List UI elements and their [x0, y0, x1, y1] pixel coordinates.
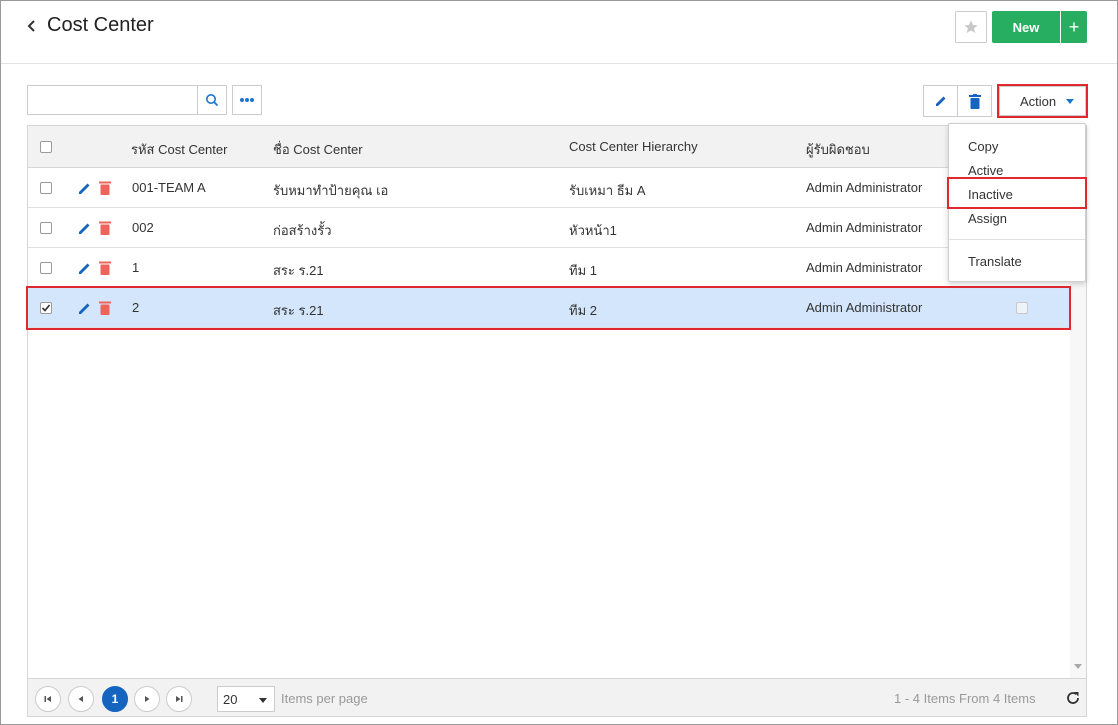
- window-frame: Cost Center New + Action รหัส Cost Cente…: [0, 0, 1118, 725]
- checkmark-icon: [41, 304, 51, 312]
- cell-name: รับหมาทำป้ายคุณ เอ: [273, 183, 389, 198]
- cell-name: ก่อสร้างรั้ว: [273, 223, 332, 238]
- row-checkbox[interactable]: [40, 262, 52, 274]
- next-page-button[interactable]: [134, 686, 160, 712]
- cell-owner: Admin Administrator: [806, 260, 923, 275]
- column-header-name[interactable]: ชื่อ Cost Center: [273, 139, 363, 160]
- search-input[interactable]: [27, 85, 198, 115]
- pencil-icon[interactable]: [78, 301, 92, 315]
- cell-owner: Admin Administrator: [806, 180, 923, 195]
- more-options-button[interactable]: [232, 85, 262, 115]
- prev-page-icon: [78, 696, 83, 702]
- items-per-page-label: Items per page: [281, 691, 368, 706]
- menu-item-translate[interactable]: Translate: [968, 254, 1022, 269]
- grid-header: รหัส Cost Center ชื่อ Cost Center Cost C…: [28, 126, 1086, 168]
- cell-code: 001-TEAM A: [132, 180, 206, 195]
- table-row[interactable]: 1 สระ ร.21 ทีม 1 Admin Administrator: [28, 248, 1070, 288]
- cell-owner: Admin Administrator: [806, 300, 923, 315]
- table-row-selected[interactable]: 2 สระ ร.21 ทีม 2 Admin Administrator: [28, 288, 1070, 328]
- caret-down-icon: [259, 698, 267, 703]
- trash-icon: [968, 93, 981, 109]
- action-label: Action: [1020, 93, 1057, 109]
- new-button[interactable]: New: [992, 11, 1060, 43]
- table-row[interactable]: 002 ก่อสร้างรั้ว หัวหน้า1 Admin Administ…: [28, 208, 1070, 248]
- table-row[interactable]: 001-TEAM A รับหมาทำป้ายคุณ เอ รับเหมา ธี…: [28, 168, 1070, 208]
- cell-hierarchy: ทีม 1: [569, 263, 597, 278]
- trash-icon[interactable]: [99, 181, 111, 195]
- pencil-icon[interactable]: [78, 221, 92, 235]
- row-checkbox[interactable]: [40, 182, 52, 194]
- select-all-checkbox[interactable]: [40, 141, 52, 153]
- items-count-info: 1 - 4 Items From 4 Items: [894, 691, 1036, 706]
- prev-page-button[interactable]: [68, 686, 94, 712]
- last-page-button[interactable]: [166, 686, 192, 712]
- menu-item-assign[interactable]: Assign: [968, 211, 1007, 226]
- menu-item-copy[interactable]: Copy: [968, 139, 998, 154]
- scroll-down-icon[interactable]: [1074, 664, 1082, 669]
- cell-code: 002: [132, 220, 154, 235]
- page-number-button[interactable]: 1: [102, 686, 128, 712]
- action-button[interactable]: Action: [999, 86, 1086, 116]
- search-icon: [206, 94, 219, 107]
- cell-hierarchy: ทีม 2: [569, 303, 597, 318]
- cell-code: 2: [132, 300, 140, 315]
- search-button[interactable]: [197, 85, 227, 115]
- pager: 1 20 Items per page 1 - 4 Items From 4 I…: [28, 678, 1086, 716]
- pencil-icon[interactable]: [78, 181, 92, 195]
- page-title: Cost Center: [47, 14, 154, 36]
- new-plus-button[interactable]: +: [1061, 11, 1087, 43]
- page-size-select[interactable]: 20: [217, 686, 275, 712]
- first-page-button[interactable]: [35, 686, 61, 712]
- first-page-icon: [44, 696, 51, 702]
- next-page-icon: [145, 696, 150, 702]
- edit-button[interactable]: [923, 85, 958, 117]
- pencil-icon: [935, 96, 945, 106]
- page-header: Cost Center New +: [1, 1, 1117, 64]
- row-checkbox-checked[interactable]: [40, 302, 52, 314]
- trash-icon[interactable]: [99, 261, 111, 275]
- cell-code: 1: [132, 260, 140, 275]
- column-header-code[interactable]: รหัส Cost Center: [131, 139, 227, 160]
- favorite-button[interactable]: [955, 11, 987, 43]
- cell-name: สระ ร.21: [273, 303, 324, 318]
- delete-button[interactable]: [957, 85, 992, 117]
- column-header-hierarchy[interactable]: Cost Center Hierarchy: [569, 139, 698, 154]
- action-dropdown-menu: Copy Active Inactive Assign Translate: [948, 123, 1086, 282]
- data-grid: รหัส Cost Center ชื่อ Cost Center Cost C…: [27, 125, 1087, 717]
- pencil-icon[interactable]: [78, 261, 92, 275]
- column-header-owner[interactable]: ผู้รับผิดชอบ: [806, 139, 870, 160]
- status-checkbox[interactable]: [1016, 302, 1028, 314]
- cell-hierarchy: รับเหมา ธีม A: [569, 183, 646, 198]
- trash-icon[interactable]: [99, 221, 111, 235]
- trash-icon[interactable]: [99, 301, 111, 315]
- ellipsis-icon: [240, 98, 254, 102]
- cell-owner: Admin Administrator: [806, 220, 923, 235]
- chevron-left-icon[interactable]: [23, 15, 41, 37]
- cell-hierarchy: หัวหน้า1: [569, 223, 617, 238]
- caret-down-icon: [1066, 99, 1074, 104]
- refresh-icon[interactable]: [1064, 689, 1082, 707]
- menu-item-active[interactable]: Active: [968, 163, 1003, 178]
- page-size-value: 20: [223, 691, 238, 707]
- menu-divider: [949, 239, 1085, 240]
- row-checkbox[interactable]: [40, 222, 52, 234]
- last-page-icon: [176, 696, 183, 702]
- menu-item-inactive[interactable]: Inactive: [968, 187, 1013, 202]
- cell-name: สระ ร.21: [273, 263, 324, 278]
- star-icon: [964, 20, 978, 33]
